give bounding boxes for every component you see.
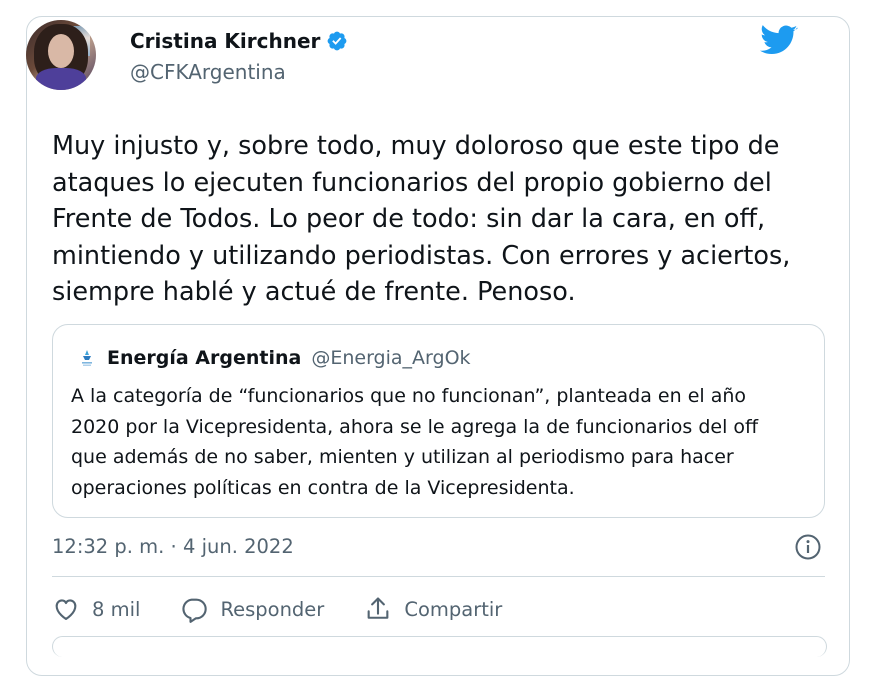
share-label: Compartir bbox=[404, 597, 503, 621]
like-count: 8 mil bbox=[92, 597, 141, 621]
energia-argentina-logo-icon bbox=[77, 348, 97, 368]
quoted-author-handle[interactable]: @Energia_ArgOk bbox=[311, 347, 470, 369]
info-icon[interactable] bbox=[794, 533, 822, 561]
actions-divider bbox=[52, 576, 825, 577]
author-display-name[interactable]: Cristina Kirchner bbox=[130, 29, 320, 53]
tweet-timestamp[interactable]: 12:32 p. m. · 4 jun. 2022 bbox=[52, 535, 294, 558]
next-card-edge bbox=[52, 636, 827, 657]
speech-bubble-icon bbox=[182, 598, 208, 623]
share-button[interactable]: Compartir bbox=[364, 595, 502, 623]
quoted-author-name[interactable]: Energía Argentina bbox=[107, 347, 301, 369]
heart-icon bbox=[55, 599, 77, 620]
twitter-bird-icon[interactable] bbox=[760, 25, 798, 57]
author-avatar[interactable] bbox=[26, 20, 96, 90]
author-name-row: Cristina Kirchner bbox=[130, 29, 348, 53]
reply-button[interactable]: Responder bbox=[180, 595, 324, 623]
reply-label: Responder bbox=[220, 597, 325, 621]
tweet-text: Muy injusto y, sobre todo, muy doloroso … bbox=[52, 131, 791, 307]
tweet-actions: 8 mil Responder Compartir bbox=[52, 593, 542, 625]
like-button[interactable]: 8 mil bbox=[52, 595, 140, 623]
quoted-tweet[interactable]: Energía Argentina @Energia_ArgOk A la ca… bbox=[52, 324, 825, 518]
tweet-header: Cristina Kirchner @CFKArgentina bbox=[26, 20, 798, 92]
share-upload-icon bbox=[367, 597, 389, 619]
avatar-scarf bbox=[36, 68, 86, 90]
quoted-tweet-header: Energía Argentina @Energia_ArgOk bbox=[77, 347, 471, 369]
author-handle[interactable]: @CFKArgentina bbox=[130, 60, 286, 84]
quoted-tweet-text: A la categoría de “funcionarios que no f… bbox=[71, 385, 759, 499]
verified-badge-icon bbox=[327, 31, 347, 51]
avatar-face bbox=[48, 34, 74, 68]
